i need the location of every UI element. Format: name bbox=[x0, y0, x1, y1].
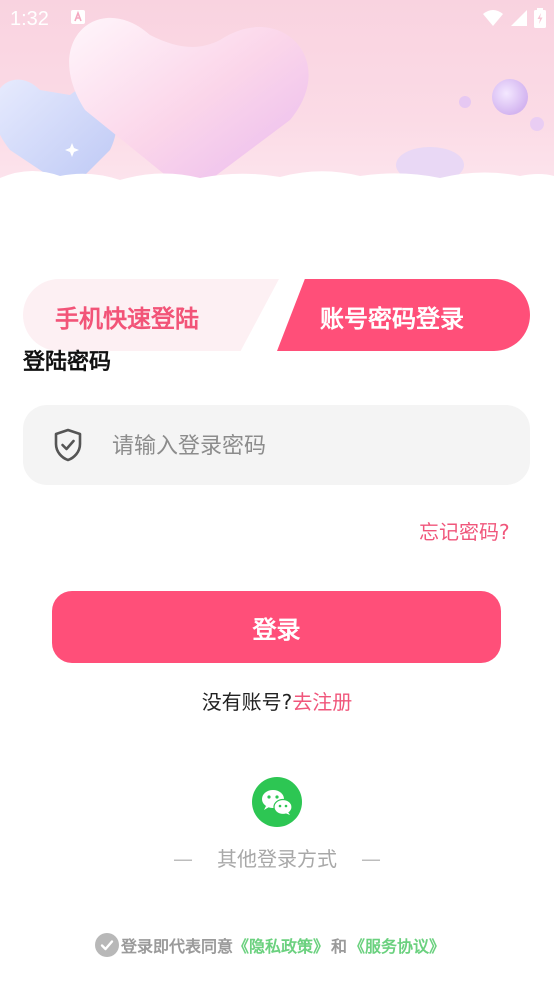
tab-password-login-label[interactable]: 账号密码登录 bbox=[320, 299, 464, 334]
service-agreement-link[interactable]: 《服务协议》 bbox=[349, 933, 445, 957]
status-time: 1:32 bbox=[10, 8, 49, 30]
other-login-row: — 其他登录方式 — bbox=[0, 843, 554, 872]
check-icon bbox=[100, 940, 114, 951]
other-login-label: 其他登录方式 bbox=[217, 847, 337, 871]
status-bar: 1:32 bbox=[0, 0, 554, 38]
login-button[interactable]: 登录 bbox=[52, 591, 501, 663]
wechat-login-button[interactable] bbox=[252, 777, 302, 827]
agreement-checkbox[interactable] bbox=[95, 933, 119, 957]
register-link[interactable]: 去注册 bbox=[292, 690, 352, 714]
notification-icon bbox=[71, 10, 85, 24]
divider-right: — bbox=[361, 847, 381, 871]
agreement-and: 和 bbox=[331, 937, 348, 956]
signal-icon bbox=[511, 10, 527, 26]
forgot-password-link[interactable]: 忘记密码? bbox=[419, 516, 510, 545]
wechat-icon bbox=[262, 790, 293, 816]
password-section-label: 登陆密码 bbox=[23, 350, 112, 375]
privacy-policy-link[interactable]: 《隐私政策》 bbox=[233, 933, 329, 957]
password-input[interactable] bbox=[110, 422, 514, 470]
tab-quick-login-label[interactable]: 手机快速登陆 bbox=[55, 299, 199, 334]
battery-icon bbox=[534, 8, 546, 28]
agreement-row: 登录即代表同意 《隐私政策》 和 《服务协议》 bbox=[95, 932, 445, 958]
wifi-icon bbox=[483, 10, 503, 26]
shield-icon bbox=[54, 428, 82, 462]
register-row: 没有账号?去注册 bbox=[0, 686, 554, 715]
status-icons bbox=[482, 8, 546, 28]
divider-left: — bbox=[173, 847, 193, 871]
register-prefix: 没有账号? bbox=[201, 690, 293, 714]
agreement-prefix: 登录即代表同意 bbox=[121, 937, 234, 956]
